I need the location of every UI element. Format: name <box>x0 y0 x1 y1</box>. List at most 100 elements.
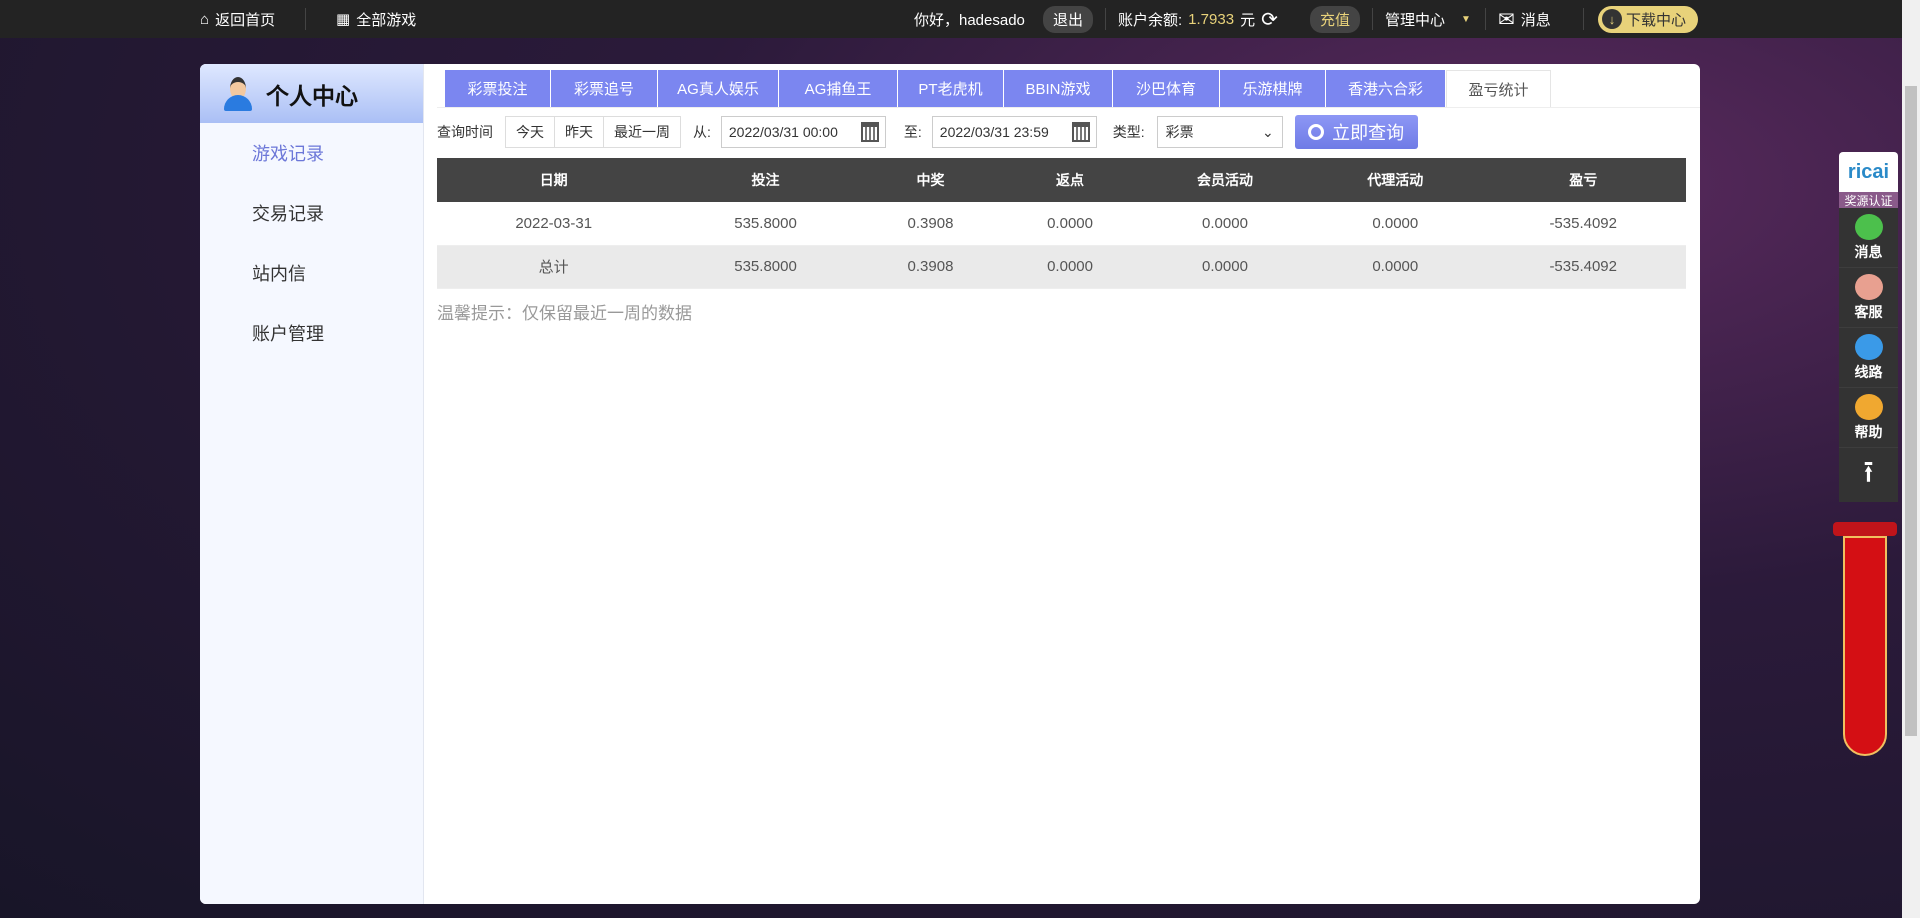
type-value: 彩票 <box>1165 124 1194 140</box>
scrollbar[interactable] <box>1902 0 1920 918</box>
download-label: 下载中心 <box>1626 11 1687 29</box>
query-bar: 查询时间 今天 昨天 最近一周 从: 2022/03/31 00:00 至: 2… <box>437 115 1418 149</box>
cell: 0.0000 <box>1310 245 1481 289</box>
sidebar: 个人中心 游戏记录 交易记录 站内信 账户管理 <box>200 64 424 904</box>
tab-lottery-bets[interactable]: 彩票投注 <box>445 70 551 107</box>
scrollbar-thumb[interactable] <box>1905 86 1917 736</box>
refresh-icon[interactable]: ⟳ <box>1261 7 1278 32</box>
home-label: 返回首页 <box>215 11 276 29</box>
cell: 0.0000 <box>1000 202 1140 246</box>
manage-label: 管理中心 <box>1385 11 1446 29</box>
home-link[interactable]: ⌂ 返回首页 <box>200 0 275 38</box>
divider <box>1372 8 1373 30</box>
cell: 0.0000 <box>1139 202 1311 246</box>
yesterday-button[interactable]: 昨天 <box>555 117 604 147</box>
col-rebate: 返点 <box>1000 158 1140 202</box>
calendar-icon[interactable] <box>1071 122 1090 142</box>
download-button[interactable]: ↓ 下载中心 <box>1598 5 1699 33</box>
manage-menu[interactable]: 管理中心 ▼ <box>1385 0 1471 38</box>
balance-value: 1.7933 <box>1188 10 1235 28</box>
col-bet: 投注 <box>670 158 861 202</box>
help-icon <box>1854 393 1883 420</box>
cell: 0.0000 <box>1000 245 1140 289</box>
col-date: 日期 <box>437 158 671 202</box>
sidebar-item-game-records[interactable]: 游戏记录 <box>200 123 423 183</box>
float-customer-service[interactable]: 客服 <box>1839 268 1898 328</box>
tab-saba-sports[interactable]: 沙巴体育 <box>1113 70 1220 107</box>
all-games-label: 全部游戏 <box>356 11 417 29</box>
float-label: 帮助 <box>1854 423 1883 440</box>
table-row: 2022-03-31 535.8000 0.3908 0.0000 0.0000… <box>437 202 1686 246</box>
greeting-text: 你好，hadesado <box>914 11 1025 29</box>
greeting: 你好，hadesado <box>914 0 1025 38</box>
last-week-button[interactable]: 最近一周 <box>604 117 680 147</box>
top-bar: ⌂ 返回首页 ▦ 全部游戏 你好，hadesado 退出 账户余额: 1.7933 元 ⟳… <box>0 0 1902 38</box>
col-profit: 盈亏 <box>1480 158 1686 202</box>
user-center-panel: 个人中心 游戏记录 交易记录 站内信 账户管理 彩票投注 彩票追号 AG真人娱乐… <box>200 64 1700 904</box>
tab-ag-fishing[interactable]: AG捕鱼王 <box>779 70 898 107</box>
search-button[interactable]: 立即查询 <box>1294 115 1418 149</box>
currency: 元 <box>1240 11 1256 29</box>
logout-button[interactable]: 退出 <box>1043 5 1094 33</box>
tab-bar: 彩票投注 彩票追号 AG真人娱乐 AG捕鱼王 PT老虎机 BBIN游戏 沙巴体育… <box>445 70 1551 107</box>
col-agent-activity: 代理活动 <box>1310 158 1481 202</box>
col-win: 中奖 <box>860 158 1001 202</box>
sidebar-item-account[interactable]: 账户管理 <box>200 303 423 363</box>
service-icon <box>1854 273 1883 300</box>
sidebar-item-transactions[interactable]: 交易记录 <box>200 183 423 243</box>
notice-text: 温馨提示：仅保留最近一周的数据 <box>437 304 692 323</box>
divider <box>437 107 1700 108</box>
type-select[interactable]: 彩票 ⌄ <box>1156 116 1283 148</box>
chat-icon <box>1854 213 1883 240</box>
user-icon <box>222 76 254 111</box>
float-label: 消息 <box>1854 243 1883 260</box>
float-label: 线路 <box>1854 363 1883 380</box>
quick-range: 今天 昨天 最近一周 <box>505 116 681 148</box>
cell: 0.3908 <box>860 202 1001 246</box>
arrow-up-icon: ⭱ <box>1863 455 1874 489</box>
download-icon: ↓ <box>1602 9 1622 29</box>
back-to-top-button[interactable]: ⭱ <box>1839 448 1898 502</box>
from-label: 从: <box>693 124 711 140</box>
to-date-input[interactable]: 2022/03/31 23:59 <box>931 116 1097 148</box>
cell: -535.4092 <box>1480 245 1686 289</box>
divider <box>305 8 306 30</box>
cell: 0.3908 <box>860 245 1001 289</box>
divider <box>1485 8 1486 30</box>
cell: 0.0000 <box>1310 202 1481 246</box>
tab-leyou-chess[interactable]: 乐游棋牌 <box>1220 70 1326 107</box>
chevron-down-icon: ⌄ <box>1261 123 1274 140</box>
divider <box>1105 8 1106 30</box>
tab-bbin[interactable]: BBIN游戏 <box>1004 70 1113 107</box>
caret-down-icon: ▼ <box>1461 13 1471 25</box>
float-lines[interactable]: 线路 <box>1839 328 1898 388</box>
ricai-logo[interactable]: ricai <box>1839 152 1898 192</box>
tab-hk-mark-six[interactable]: 香港六合彩 <box>1326 70 1446 107</box>
certification-label: 奖源认证 <box>1839 192 1898 208</box>
cell: 总计 <box>437 245 671 289</box>
float-help[interactable]: 帮助 <box>1839 388 1898 448</box>
tab-lottery-chase[interactable]: 彩票追号 <box>551 70 658 107</box>
mail-icon: ✉ <box>1498 8 1515 31</box>
balance-label: 账户余额: <box>1118 11 1183 29</box>
tab-pt-slots[interactable]: PT老虎机 <box>898 70 1004 107</box>
sidebar-header: 个人中心 <box>200 64 423 123</box>
from-date-input[interactable]: 2022/03/31 00:00 <box>720 116 886 148</box>
float-messages[interactable]: 消息 <box>1839 208 1898 268</box>
recharge-button[interactable]: 充值 <box>1310 5 1361 33</box>
messages-label: 消息 <box>1520 11 1551 29</box>
calendar-icon[interactable] <box>860 122 879 142</box>
float-label: 客服 <box>1854 303 1883 320</box>
sidebar-item-inbox[interactable]: 站内信 <box>200 243 423 303</box>
grid-icon: ▦ <box>336 11 351 28</box>
tab-ag-live[interactable]: AG真人娱乐 <box>658 70 779 107</box>
balance: 账户余额: 1.7933 元 ⟳ <box>1118 0 1278 38</box>
query-time-label: 查询时间 <box>437 124 493 140</box>
divider <box>1583 8 1584 30</box>
all-games-link[interactable]: ▦ 全部游戏 <box>336 0 416 38</box>
today-button[interactable]: 今天 <box>506 117 555 147</box>
messages-link[interactable]: ✉ 消息 <box>1498 0 1551 38</box>
profit-table: 日期 投注 中奖 返点 会员活动 代理活动 盈亏 2022-03-31 535.… <box>437 158 1686 289</box>
tab-profit-stats[interactable]: 盈亏统计 <box>1446 70 1551 107</box>
home-icon: ⌂ <box>200 10 210 28</box>
